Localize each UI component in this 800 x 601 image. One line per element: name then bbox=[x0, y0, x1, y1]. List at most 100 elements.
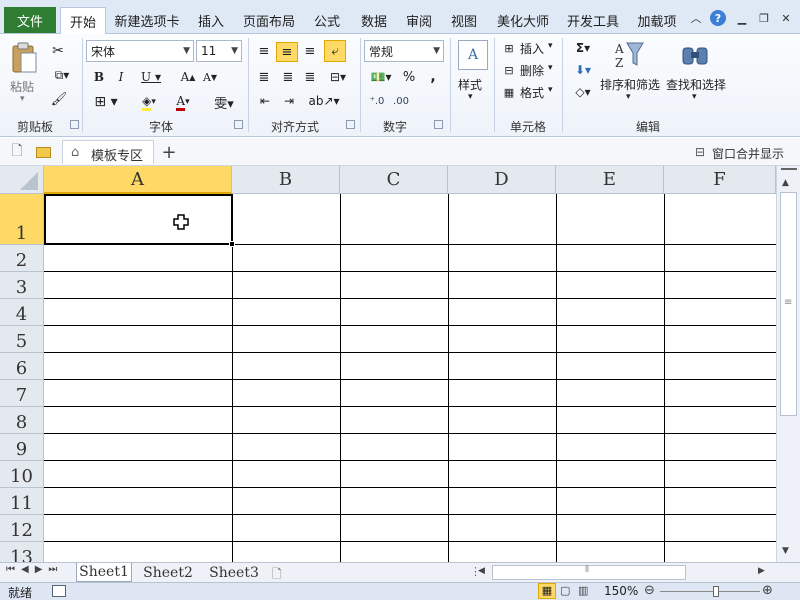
tab-beautify[interactable]: 美化大师 bbox=[488, 7, 558, 34]
paste-label[interactable]: 粘贴 bbox=[10, 78, 34, 95]
vertical-scrollbar[interactable]: ▲ ≡ ▼ bbox=[776, 166, 800, 562]
window-merge-icon[interactable]: ⊟ bbox=[692, 144, 708, 160]
scroll-down-icon[interactable]: ▼ bbox=[782, 546, 789, 556]
phonetic-icon[interactable]: 雯▾ bbox=[208, 92, 240, 112]
close-icon[interactable]: ✕ bbox=[778, 10, 794, 26]
row-header-5[interactable]: 5 bbox=[0, 326, 44, 353]
increase-indent-icon[interactable]: ⇥ bbox=[278, 92, 300, 110]
insert-cells-icon[interactable]: ⊞ bbox=[500, 40, 518, 56]
column-header-b[interactable]: B bbox=[232, 166, 340, 194]
scroll-up-icon[interactable]: ▲ bbox=[782, 178, 789, 188]
font-size-select[interactable]: 11 ▼ bbox=[196, 40, 242, 62]
page-layout-view-icon[interactable]: ▢ bbox=[560, 584, 570, 597]
chevron-down-icon[interactable]: ▾ bbox=[692, 92, 697, 102]
row-header-11[interactable]: 11 bbox=[0, 488, 44, 515]
align-middle-icon[interactable]: ≡ bbox=[276, 42, 298, 62]
font-name-select[interactable]: 宋体 ▼ bbox=[86, 40, 194, 62]
row-header-7[interactable]: 7 bbox=[0, 380, 44, 407]
row-header-10[interactable]: 10 bbox=[0, 461, 44, 488]
border-icon[interactable]: ⊞ ▾ bbox=[90, 92, 122, 112]
styles-icon[interactable]: A bbox=[458, 40, 488, 70]
fill-color-icon[interactable]: ◈ ▾ bbox=[134, 92, 164, 112]
row-header-6[interactable]: 6 bbox=[0, 353, 44, 380]
copy-icon[interactable]: ⧉▾ bbox=[48, 66, 76, 84]
align-right-icon[interactable]: ≣ bbox=[300, 68, 320, 86]
zoom-level[interactable]: 150% bbox=[604, 584, 638, 598]
wrap-text-icon[interactable]: ⤶ bbox=[324, 40, 346, 62]
chevron-down-icon[interactable]: ▾ bbox=[548, 85, 553, 95]
underline-icon[interactable]: U ▾ bbox=[136, 68, 166, 86]
sheet-tab-sheet2[interactable]: Sheet2 bbox=[138, 563, 198, 582]
split-handle[interactable] bbox=[781, 168, 797, 174]
chevron-down-icon[interactable]: ▾ bbox=[626, 92, 631, 102]
percent-style-button[interactable]: % bbox=[400, 68, 418, 86]
styles-label[interactable]: 样式 bbox=[458, 76, 482, 93]
find-select-icon[interactable] bbox=[678, 38, 712, 72]
italic-icon[interactable]: I bbox=[112, 68, 130, 86]
restore-icon[interactable]: ❐ bbox=[756, 10, 772, 26]
window-merge-label[interactable]: 窗口合并显示 bbox=[712, 145, 784, 162]
tab-addins[interactable]: 加载项 bbox=[628, 7, 686, 34]
sheet-tab-sheet3[interactable]: Sheet3 bbox=[204, 563, 264, 582]
decrease-indent-icon[interactable]: ⇤ bbox=[254, 92, 276, 110]
grow-font-icon[interactable]: A ▲ bbox=[178, 68, 198, 86]
shrink-font-icon[interactable]: A ▼ bbox=[200, 68, 220, 86]
row-header-8[interactable]: 8 bbox=[0, 407, 44, 434]
normal-view-icon[interactable]: ▦ bbox=[538, 583, 556, 599]
insert-cells-label[interactable]: 插入 bbox=[520, 40, 544, 57]
page-break-view-icon[interactable]: ▥ bbox=[578, 584, 588, 597]
scroll-thumb[interactable]: ≡ bbox=[780, 192, 797, 416]
orientation-icon[interactable]: ab↗▾ bbox=[308, 92, 339, 110]
delete-cells-icon[interactable]: ⊟ bbox=[500, 62, 518, 78]
column-header-c[interactable]: C bbox=[340, 166, 448, 194]
align-left-icon[interactable]: ≣ bbox=[254, 68, 274, 86]
row-header-4[interactable]: 4 bbox=[0, 299, 44, 326]
column-header-e[interactable]: E bbox=[556, 166, 664, 194]
tab-new-tab[interactable]: 新建选项卡 bbox=[110, 7, 184, 34]
format-cells-label[interactable]: 格式 bbox=[520, 84, 544, 101]
column-header-f[interactable]: F bbox=[664, 166, 776, 194]
tab-developer[interactable]: 开发工具 bbox=[562, 7, 624, 34]
active-cell-a1[interactable] bbox=[44, 194, 233, 245]
sheet-nav-icons[interactable]: ⏮◀▶⏭ bbox=[6, 564, 63, 575]
align-center-icon[interactable]: ≣ bbox=[278, 68, 298, 86]
clear-icon[interactable]: ◇▾ bbox=[570, 84, 596, 100]
merge-center-icon[interactable]: ⊟▾ bbox=[324, 68, 352, 86]
tab-home[interactable]: 开始 bbox=[60, 7, 106, 35]
format-painter-icon[interactable]: 🖌 bbox=[48, 90, 70, 108]
alignment-launcher-icon[interactable] bbox=[346, 120, 355, 129]
row-header-1[interactable]: 1 bbox=[0, 194, 44, 245]
tab-file[interactable]: 文件 bbox=[4, 7, 56, 33]
row-header-3[interactable]: 3 bbox=[0, 272, 44, 299]
zoom-out-icon[interactable]: ⊖ bbox=[644, 583, 655, 598]
cut-icon[interactable]: ✂ bbox=[48, 42, 68, 60]
scroll-left-icon[interactable]: ◀ bbox=[478, 566, 485, 576]
sheet-tab-sheet1[interactable]: Sheet1 bbox=[76, 563, 132, 582]
open-folder-icon[interactable] bbox=[34, 143, 52, 161]
tab-page-layout[interactable]: 页面布局 bbox=[238, 7, 300, 34]
tab-view[interactable]: 视图 bbox=[444, 7, 484, 34]
increase-decimal-icon[interactable]: ⁺.0 bbox=[366, 92, 388, 110]
row-header-12[interactable]: 12 bbox=[0, 515, 44, 542]
font-color-icon[interactable]: A ▾ bbox=[168, 92, 198, 112]
decrease-decimal-icon[interactable]: .00 bbox=[390, 92, 412, 110]
number-launcher-icon[interactable] bbox=[434, 120, 443, 129]
row-header-9[interactable]: 9 bbox=[0, 434, 44, 461]
number-format-select[interactable]: 常规 ▼ bbox=[364, 40, 444, 62]
bold-icon[interactable]: B bbox=[90, 68, 108, 86]
row-header-13[interactable]: 13 bbox=[0, 542, 44, 562]
paste-dropdown-icon[interactable]: ▾ bbox=[20, 94, 25, 104]
currency-icon[interactable]: 💵▾ bbox=[366, 68, 396, 86]
row-header-2[interactable]: 2 bbox=[0, 245, 44, 272]
font-launcher-icon[interactable] bbox=[234, 120, 243, 129]
align-top-icon[interactable]: ≡ bbox=[254, 42, 274, 60]
tab-data[interactable]: 数据 bbox=[354, 7, 394, 34]
tab-formulas[interactable]: 公式 bbox=[304, 7, 350, 34]
format-cells-icon[interactable]: ▦ bbox=[500, 84, 518, 100]
fill-icon[interactable]: ⬇▾ bbox=[570, 62, 596, 78]
column-header-a[interactable]: A bbox=[44, 166, 232, 194]
tab-insert[interactable]: 插入 bbox=[188, 7, 234, 34]
horizontal-scroll-thumb[interactable]: ⦀ bbox=[492, 565, 686, 580]
add-tab-button[interactable]: + bbox=[158, 142, 180, 163]
chevron-down-icon[interactable]: ▾ bbox=[548, 41, 553, 51]
